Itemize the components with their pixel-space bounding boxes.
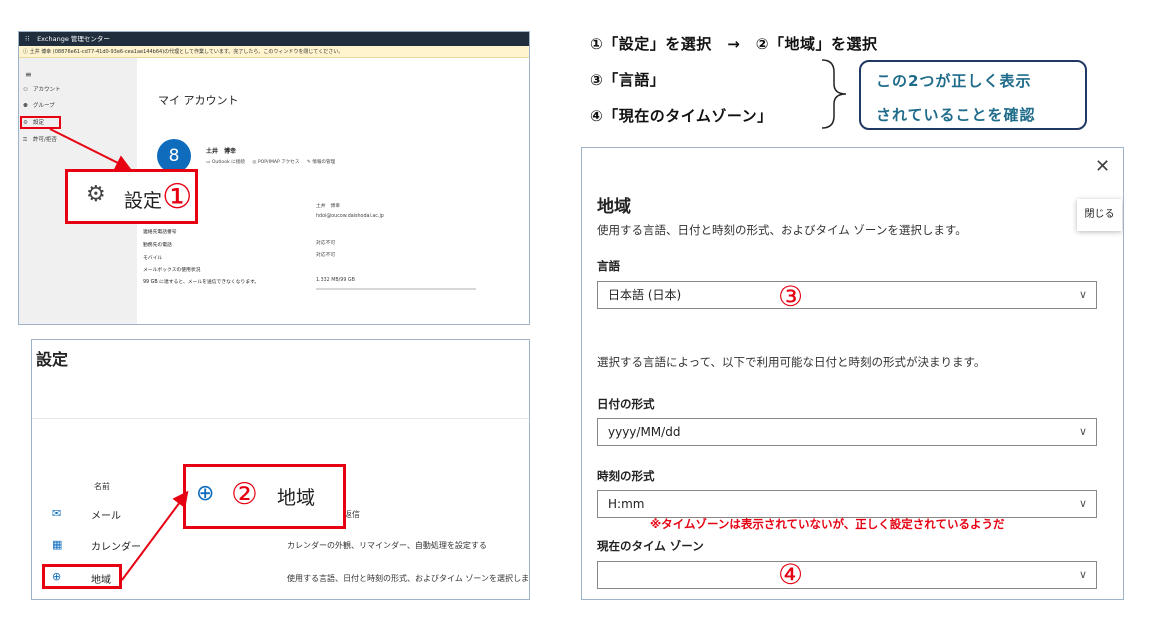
- info-value: hdoi@oucow.daishodai.ac.jp: [316, 214, 384, 219]
- chevron-down-icon: ∨: [1078, 497, 1087, 510]
- panel-heading: 地域: [597, 197, 631, 217]
- delegation-banner: ⓘ 土井 博幸 (08876e61-cd77-41d0-93e6-cea1ae1…: [19, 46, 529, 58]
- close-tooltip: 閉じる: [1077, 199, 1122, 231]
- avatar: 8: [157, 139, 191, 173]
- date-format-label: 日付の形式: [597, 397, 655, 411]
- language-select[interactable]: 日本語 (日本) ∨: [597, 281, 1097, 309]
- instruction-step-3: ③「言語」: [590, 71, 666, 89]
- chevron-down-icon: ∨: [1078, 288, 1087, 301]
- gear-icon: ⚙: [86, 182, 106, 207]
- app-launcher-icon[interactable]: ⁝⁝: [25, 32, 35, 46]
- step-marker-3: ③: [778, 280, 804, 313]
- timezone-select[interactable]: ∨: [597, 561, 1097, 589]
- info-label: 連絡先電話番号: [143, 230, 177, 235]
- step-marker-2: ②: [231, 477, 258, 512]
- info-value: 1.332 MB/99 GB: [316, 278, 355, 283]
- mail-icon: ✉: [52, 507, 62, 520]
- info-value: 対応不可: [316, 241, 336, 246]
- row-description: 返信: [344, 510, 360, 519]
- info-label: モバイル: [143, 256, 163, 261]
- language-label: 言語: [597, 259, 620, 273]
- page-title: 設定: [36, 350, 69, 369]
- column-header-name: 名前: [94, 482, 110, 491]
- panel-subtitle: 使用する言語、日付と時刻の形式、およびタイム ゾーンを選択します。: [597, 223, 967, 237]
- divider: [32, 418, 529, 419]
- row-description: 使用する言語、日付と時刻の形式、およびタイム ゾーンを選択します。: [287, 574, 530, 583]
- account-links: ▭ Outlook に接続 ◎ POP/IMAP アクセス ✎ 情報の管理: [206, 159, 341, 165]
- note-line-1: この2つが正しく表示: [876, 72, 1032, 90]
- region-settings-panel: ✕ 閉じる 地域 使用する言語、日付と時刻の形式、およびタイム ゾーンを選択しま…: [581, 147, 1124, 600]
- info-value: 土井 博幸: [316, 204, 340, 209]
- info-value: 対応不可: [316, 253, 336, 258]
- app-title: Exchange 管理センター: [37, 35, 110, 43]
- globe-icon: ⊕: [196, 481, 215, 506]
- date-format-select[interactable]: yyyy/MM/dd ∨: [597, 418, 1097, 446]
- info-label: 99 GB に達すると、メールを送信できなくなります。: [143, 280, 260, 285]
- sidebar-item-permission[interactable]: ⚿ 許可/拒否: [23, 135, 57, 144]
- info-label: 勤務先の電話: [143, 243, 172, 248]
- instruction-step-4: ④「現在のタイムゾーン」: [590, 107, 773, 125]
- region-zoom-callout: ⊕ ② 地域: [183, 464, 346, 529]
- timezone-note: ※タイムゾーンは表示されていないが、正しく設定されているようだ: [650, 517, 1005, 531]
- sidebar-item-account[interactable]: ⚇ アカウント: [23, 85, 61, 93]
- hamburger-menu-icon[interactable]: ≡: [25, 70, 32, 79]
- settings-highlight-box: [20, 116, 61, 129]
- time-format-select[interactable]: H:mm ∨: [597, 490, 1097, 518]
- settings-row-mail[interactable]: メール: [91, 507, 121, 522]
- mailbox-usage-bar: [316, 288, 476, 290]
- pop-imap-link[interactable]: ◎ POP/IMAP アクセス: [252, 160, 299, 165]
- sidebar-item-group[interactable]: ⚉ グループ: [23, 101, 55, 109]
- timezone-label: 現在のタイム ゾーン: [597, 539, 704, 553]
- note-line-2: されていることを確認: [876, 106, 1036, 124]
- permission-icon: ⚿: [23, 137, 28, 143]
- time-format-label: 時刻の形式: [597, 469, 655, 483]
- group-icon: ⚉: [23, 103, 28, 109]
- app-title-bar: ⁝⁝ Exchange 管理センター: [19, 32, 529, 46]
- region-zoom-label: 地域: [277, 487, 316, 509]
- close-icon[interactable]: ✕: [1095, 156, 1110, 177]
- chevron-down-icon: ∨: [1078, 568, 1087, 581]
- step-marker-4: ④: [778, 558, 804, 591]
- settings-zoom-label: 設定: [124, 190, 163, 212]
- page-title: マイ アカウント: [158, 94, 239, 107]
- manage-info-link[interactable]: ✎ 情報の管理: [307, 160, 335, 165]
- user-name: 土井 博幸: [206, 148, 237, 155]
- step-marker-1: ①: [162, 177, 193, 217]
- settings-row-calendar[interactable]: カレンダー: [91, 538, 141, 553]
- chevron-down-icon: ∨: [1078, 425, 1087, 438]
- settings-zoom-callout: ⚙ 設定 ①: [65, 169, 198, 224]
- calendar-icon: ▦: [52, 538, 63, 551]
- row-description: カレンダーの外観、リマインダー、自動処理を設定する: [287, 541, 487, 550]
- person-icon: ⚇: [23, 87, 28, 93]
- instruction-step-1-2: ①「設定」を選択 → ②「地域」を選択: [590, 35, 878, 53]
- info-label: メールボックスの使用状況: [143, 268, 201, 273]
- curly-brace: [821, 59, 847, 129]
- format-note: 選択する言語によって、以下で利用可能な日付と時刻の形式が決まります。: [597, 355, 986, 369]
- region-highlight-box: [42, 564, 122, 589]
- outlook-connect-link[interactable]: ▭ Outlook に接続: [206, 160, 245, 165]
